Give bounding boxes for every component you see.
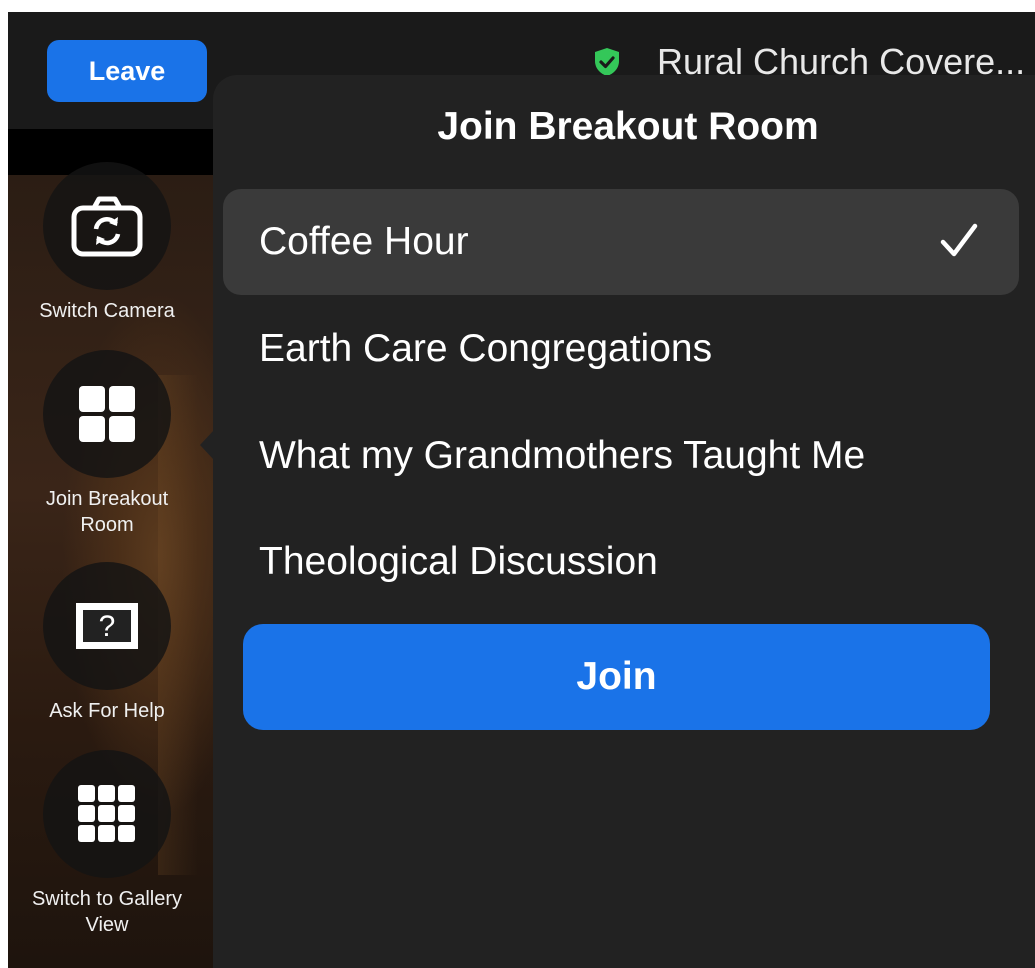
gallery-view-label: Switch to Gallery View xyxy=(31,888,183,936)
switch-camera-button[interactable] xyxy=(43,162,171,290)
room-name: Coffee Hour xyxy=(259,220,469,263)
checkmark-icon xyxy=(940,223,978,257)
ask-for-help-label: Ask For Help xyxy=(49,700,165,722)
ask-for-help-icon: ? xyxy=(76,603,138,649)
join-breakout-control[interactable]: Join Breakout Room xyxy=(22,350,192,538)
gallery-view-control[interactable]: Switch to Gallery View xyxy=(22,750,192,938)
room-option-earth-care[interactable]: Earth Care Congregations xyxy=(223,296,1019,402)
leave-button[interactable]: Leave xyxy=(47,40,207,102)
room-name: Earth Care Congregations xyxy=(259,327,713,370)
gallery-view-button[interactable] xyxy=(43,750,171,878)
room-option-theological[interactable]: Theological Discussion xyxy=(223,509,1019,615)
room-option-coffee-hour[interactable]: Coffee Hour xyxy=(223,189,1019,295)
room-name: What my Grandmothers Taught Me xyxy=(259,434,866,477)
switch-camera-control[interactable]: Switch Camera xyxy=(22,162,192,324)
shield-check-icon xyxy=(595,48,619,76)
svg-text:?: ? xyxy=(99,610,116,643)
breakout-room-popover: Join Breakout Room Coffee Hour Earth Car… xyxy=(213,75,1035,968)
popover-caret xyxy=(200,430,214,460)
switch-camera-icon xyxy=(71,196,143,257)
room-name: Theological Discussion xyxy=(259,540,658,583)
ask-for-help-button[interactable]: ? xyxy=(43,562,171,690)
switch-camera-label: Switch Camera xyxy=(39,300,175,322)
join-button[interactable]: Join xyxy=(243,624,990,730)
room-option-grandmothers[interactable]: What my Grandmothers Taught Me xyxy=(223,403,1019,509)
join-breakout-label: Join Breakout Room xyxy=(45,488,169,536)
meeting-screen: Leave Rural Church Covere... Switch Came… xyxy=(8,12,1035,968)
popover-title: Join Breakout Room xyxy=(437,105,819,148)
ask-for-help-control[interactable]: ? Ask For Help xyxy=(22,562,192,724)
breakout-room-icon xyxy=(79,386,135,442)
gallery-view-icon xyxy=(78,785,135,842)
join-breakout-button[interactable] xyxy=(43,350,171,478)
